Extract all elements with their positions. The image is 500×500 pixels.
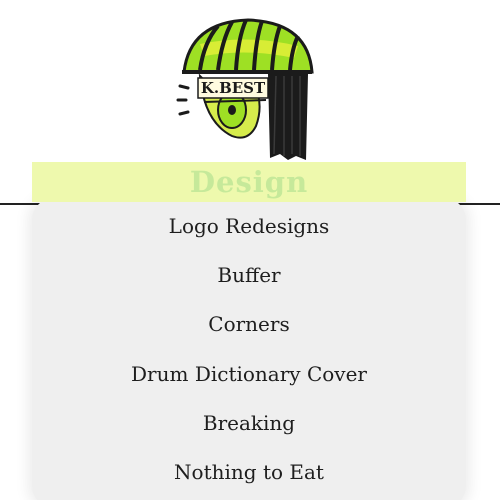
menu-header[interactable]: Design (32, 162, 466, 202)
menu-title: Design (189, 164, 309, 199)
menu-item-label: Nothing to Eat (174, 460, 324, 485)
logo-graphic: K.BEST (176, 18, 314, 160)
menu-item-label: Logo Redesigns (168, 213, 330, 238)
page: K.BEST Design Logo Redesigns Buffer Corn… (0, 0, 500, 500)
dropdown-menu-list: Logo Redesigns Buffer Corners Drum Dicti… (32, 201, 466, 497)
menu-item-buffer[interactable]: Buffer (32, 250, 466, 299)
menu-item-label: Corners (208, 312, 290, 337)
menu-item-label: Breaking (202, 410, 296, 435)
k-best-logo-icon[interactable]: K.BEST (170, 14, 320, 164)
menu-item-logo-redesigns[interactable]: Logo Redesigns (32, 201, 466, 250)
menu-item-breaking[interactable]: Breaking (32, 398, 466, 447)
menu-item-drum-dictionary-cover[interactable]: Drum Dictionary Cover (32, 349, 466, 398)
menu-item-label: Buffer (217, 262, 281, 287)
menu-item-label: Drum Dictionary Cover (131, 361, 367, 386)
menu-item-corners[interactable]: Corners (32, 300, 466, 349)
logo-text: K.BEST (201, 79, 266, 97)
menu-item-nothing-to-eat[interactable]: Nothing to Eat (32, 447, 466, 496)
